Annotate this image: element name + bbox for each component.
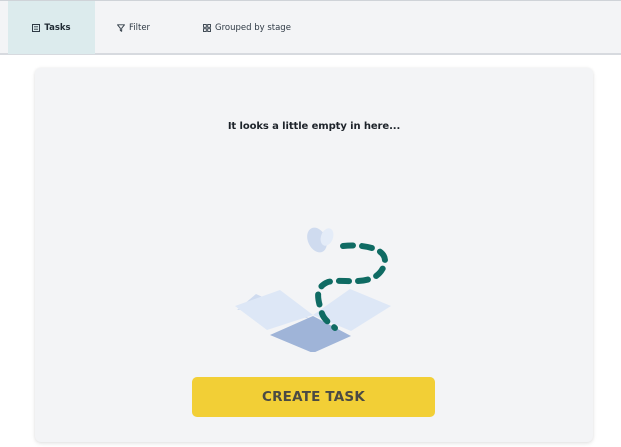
grid-icon xyxy=(203,23,211,32)
tab-tasks[interactable]: Tasks xyxy=(8,1,95,54)
empty-box-illustration xyxy=(235,227,391,352)
filter-icon xyxy=(117,23,125,32)
task-list-icon xyxy=(32,23,41,32)
tab-tasks-label: Tasks xyxy=(44,22,71,33)
tab-grouped-label: Grouped by stage xyxy=(215,22,291,33)
empty-state-panel: It looks a little empty in here... CREAT… xyxy=(35,68,593,442)
tab-filter-label: Filter xyxy=(129,22,151,33)
create-task-button[interactable]: CREATE TASK xyxy=(192,377,435,417)
empty-state-message: It looks a little empty in here... xyxy=(227,121,401,132)
tab-filter[interactable]: Filter xyxy=(117,1,150,54)
view-toolbar: Tasks Filter Grouped by stage xyxy=(0,0,621,55)
tab-grouped-by-stage[interactable]: Grouped by stage xyxy=(203,1,291,54)
